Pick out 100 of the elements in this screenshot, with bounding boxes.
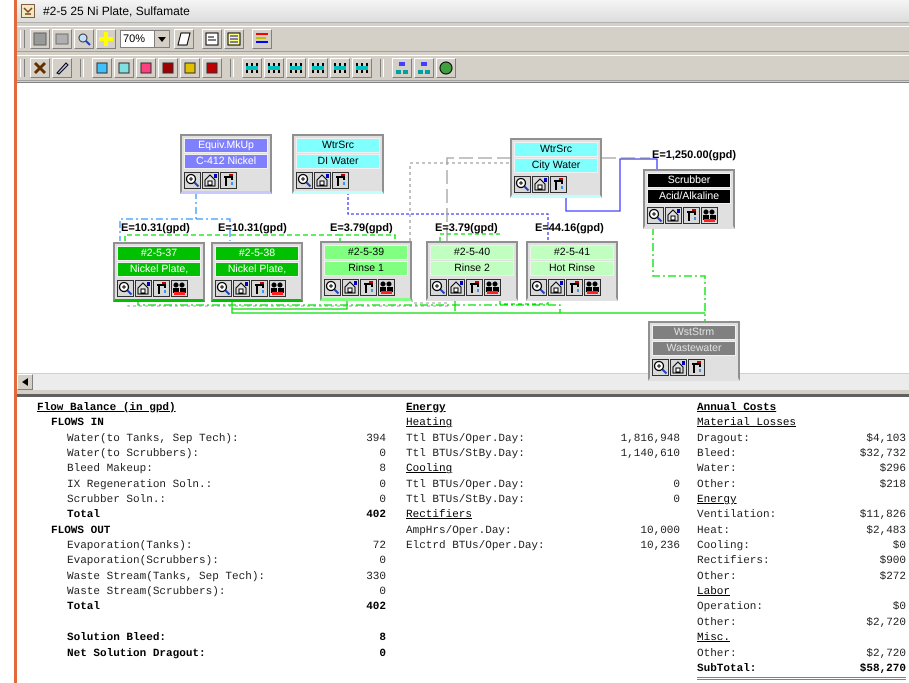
row-value: $11,826	[860, 508, 906, 524]
window-title: #2-5 25 Ni Plate, Sulfamate	[43, 4, 190, 18]
horizontal-scrollbar[interactable]	[17, 373, 909, 390]
flow-rate-label: E=1,250.00(gpd)	[652, 149, 736, 161]
row-label: Rectifiers:	[697, 554, 771, 570]
row-value: 1,816,948	[620, 432, 680, 447]
zoom-dropdown[interactable]: 70%	[120, 30, 170, 48]
people-icon[interactable]	[269, 280, 286, 297]
section-heading: Flow Balance (in gpd)	[37, 401, 176, 416]
row-value: 1,140,610	[620, 447, 680, 462]
process-node[interactable]: Scrubber Acid/Alkaline	[643, 169, 735, 229]
zoom-icon[interactable]	[184, 172, 201, 189]
row-value: 0	[379, 585, 386, 600]
house-icon[interactable]	[665, 207, 682, 224]
network-icon[interactable]	[414, 58, 434, 78]
row-value: 394	[366, 432, 386, 447]
subsection-heading: Material Losses	[697, 416, 796, 432]
group-label: FLOWS OUT	[51, 524, 110, 539]
summary-value: 8	[379, 631, 386, 646]
node-subtitle: Hot Rinse	[530, 261, 614, 276]
node-subtitle: Rinse 2	[430, 261, 514, 276]
zoom-icon[interactable]	[296, 172, 313, 189]
summary-label: Solution Bleed:	[67, 631, 168, 646]
house-icon[interactable]	[448, 279, 465, 296]
magnifier-icon[interactable]	[74, 29, 94, 49]
section-heading: Annual Costs	[697, 401, 776, 416]
row-label: Elctrd BTUs/Oper.Day:	[406, 539, 546, 554]
people-icon[interactable]	[484, 279, 501, 296]
row-value: $900	[880, 554, 906, 570]
zoom-icon[interactable]	[652, 359, 669, 376]
node-title: #2-5-37	[117, 246, 201, 261]
zoom-icon[interactable]	[530, 279, 547, 296]
house-icon[interactable]	[202, 172, 219, 189]
house-icon[interactable]	[135, 280, 152, 297]
zoom-icon[interactable]	[514, 176, 531, 193]
zoom-icon[interactable]	[430, 279, 447, 296]
row-label: Heat:	[697, 524, 732, 539]
report-icon[interactable]	[202, 29, 222, 49]
summary-label: Net Solution Dragout:	[67, 646, 207, 662]
node-title: #2-5-39	[324, 245, 408, 260]
subsection-heading: Labor	[697, 585, 730, 600]
process-node[interactable]: #2-5-39 Rinse 1	[320, 241, 412, 301]
house-icon[interactable]	[314, 172, 331, 189]
globe-icon[interactable]	[436, 58, 456, 78]
row-label: Bleed:	[697, 447, 738, 462]
row-value: 8	[379, 462, 386, 478]
row-label: Cooling:	[697, 539, 751, 554]
row-value: 0	[673, 478, 680, 493]
flow-rate-label: E=44.16(gpd)	[535, 222, 604, 234]
page-icon[interactable]	[174, 29, 194, 49]
row-value: $32,732	[860, 447, 906, 462]
network-icon[interactable]	[392, 58, 412, 78]
node-subtitle: Rinse 1	[324, 261, 408, 276]
process-node[interactable]: #2-5-40 Rinse 2	[426, 241, 518, 301]
row-label: Other:	[697, 570, 738, 585]
zoom-icon[interactable]	[324, 279, 341, 296]
row-value: 72	[372, 539, 386, 554]
table-icon[interactable]	[224, 29, 244, 49]
row-value: $218	[880, 478, 906, 493]
list-icon[interactable]	[252, 29, 272, 49]
total-label: Total	[67, 600, 102, 616]
row-label: Ttl BTUs/Oper.Day:	[406, 432, 526, 447]
process-node[interactable]: WtrSrc DI Water	[292, 134, 384, 194]
total-value: 402	[366, 600, 386, 616]
row-label: Ventilation:	[697, 508, 778, 524]
row-label: Waste Stream(Tanks, Sep Tech):	[67, 570, 266, 585]
house-icon[interactable]	[548, 279, 565, 296]
row-label: Water:	[697, 462, 738, 478]
zoom-icon[interactable]	[647, 207, 664, 224]
people-icon[interactable]	[171, 280, 188, 297]
node-subtitle: Wastewater	[652, 341, 736, 356]
people-icon[interactable]	[378, 279, 395, 296]
house-icon[interactable]	[233, 280, 250, 297]
node-subtitle: C-412 Nickel	[184, 154, 268, 169]
pencil-icon[interactable]	[52, 58, 72, 78]
row-value: 10,000	[640, 524, 680, 539]
house-icon[interactable]	[532, 176, 549, 193]
people-icon[interactable]	[701, 207, 718, 224]
house-icon[interactable]	[342, 279, 359, 296]
row-label: Other:	[697, 478, 738, 493]
node-title: Equiv.MkUp	[184, 138, 268, 153]
subtotal-value: $58,270	[860, 662, 906, 677]
people-icon[interactable]	[584, 279, 601, 296]
subsection-heading: Energy	[697, 493, 737, 508]
process-node[interactable]: #2-5-41 Hot Rinse	[526, 241, 618, 301]
row-label: AmpHrs/Oper.Day:	[406, 524, 513, 539]
subsection-heading: Cooling	[406, 462, 452, 478]
scroll-left-icon[interactable]	[17, 374, 33, 390]
row-value: $4,103	[866, 432, 906, 447]
house-icon[interactable]	[670, 359, 687, 376]
row-value: $2,483	[866, 524, 906, 539]
row-value: $0	[892, 539, 906, 554]
node-title: Scrubber	[647, 173, 731, 188]
node-subtitle: DI Water	[296, 154, 380, 169]
crosshair-icon[interactable]	[96, 29, 116, 49]
node-title: WstStrm	[652, 325, 736, 340]
zoom-icon[interactable]	[117, 280, 134, 297]
process-node[interactable]: WtrSrc City Water	[510, 138, 602, 198]
zoom-icon[interactable]	[215, 280, 232, 297]
row-value: $2,720	[866, 616, 906, 631]
